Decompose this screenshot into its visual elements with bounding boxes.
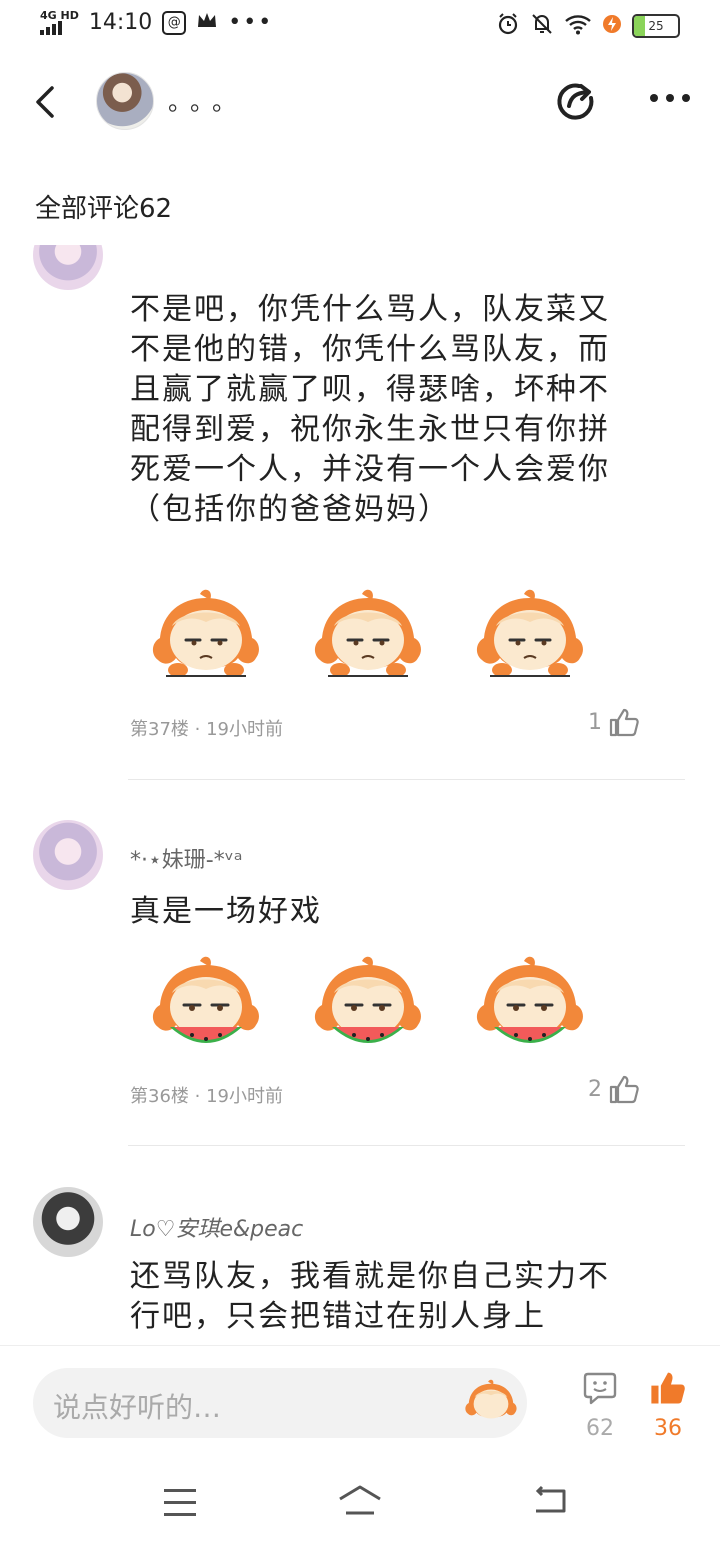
sticker-row	[148, 588, 588, 688]
app-notification-icon: @	[162, 10, 187, 35]
like-count: 1	[588, 709, 602, 735]
thumbs-up-icon	[609, 1075, 639, 1104]
emoji-button[interactable]	[463, 1378, 519, 1428]
sticker-watermelon[interactable]	[148, 955, 264, 1055]
more-icon	[650, 94, 658, 102]
comment-meta: 第36楼 · 19小时前	[130, 1086, 283, 1107]
comment-text: 还骂队友，我看就是你自己实力不行吧，只会把错过在别人身上	[130, 1259, 610, 1334]
battery-icon: 25	[632, 14, 680, 38]
commenter-name[interactable]: Lo♡安琪e&peac	[130, 1211, 303, 1243]
menu-icon	[164, 1489, 196, 1492]
post-like-count: 36	[654, 1416, 682, 1441]
comment-bubble-icon	[583, 1372, 617, 1405]
divider	[128, 779, 685, 780]
comment-input-placeholder: 说点好听的…	[53, 1391, 222, 1424]
back-button[interactable]	[30, 82, 60, 126]
author-name[interactable]: 。。。	[168, 82, 246, 117]
mute-icon	[530, 12, 554, 40]
return-icon	[535, 1485, 566, 1513]
comment-meta: 第37楼 · 19小时前	[130, 719, 283, 740]
post-like-button[interactable]: 36	[648, 1370, 688, 1441]
commenter-name[interactable]: *·⋆妹珊-*ᵛᵃ	[130, 842, 243, 874]
system-back-button[interactable]	[532, 1485, 568, 1519]
sticker-annoyed[interactable]	[148, 588, 264, 688]
comment-time: 19小时前	[206, 719, 283, 740]
floor-number: 第37楼	[130, 719, 189, 740]
comments-count-title: 全部评论62	[35, 194, 173, 224]
commenter-avatar[interactable]	[33, 820, 103, 890]
status-bar: 4G HD 14:10 @ ••• 25	[0, 0, 720, 56]
status-time: 14:10	[88, 10, 153, 35]
commenter-avatar[interactable]	[33, 1187, 103, 1257]
comment-input-bar: 说点好听的… 62 36	[0, 1345, 720, 1456]
comments-button[interactable]: 62	[580, 1370, 620, 1441]
commenter-avatar[interactable]	[33, 245, 103, 290]
chevron-left-icon	[36, 86, 54, 118]
share-icon	[557, 83, 594, 120]
alarm-icon	[496, 12, 520, 40]
divider	[128, 1145, 685, 1146]
recent-apps-button[interactable]	[164, 1489, 196, 1525]
floor-number: 第36楼	[130, 1086, 189, 1107]
comment-input[interactable]: 说点好听的…	[33, 1368, 527, 1438]
share-button[interactable]	[555, 80, 597, 126]
sticker-annoyed[interactable]	[472, 588, 588, 688]
system-nav-bar	[0, 1455, 720, 1544]
home-icon	[339, 1485, 381, 1515]
more-button[interactable]	[650, 94, 690, 102]
sticker-emoji-icon	[465, 1379, 517, 1419]
more-notifications-icon: •••	[228, 10, 274, 35]
sticker-watermelon[interactable]	[310, 955, 426, 1055]
post-header: 。。。	[0, 60, 720, 150]
author-avatar[interactable]	[96, 72, 154, 130]
sticker-watermelon[interactable]	[472, 955, 588, 1055]
thumbs-up-icon	[609, 708, 639, 737]
network-type: 4G HD	[40, 9, 79, 22]
like-button[interactable]: 2	[588, 1074, 640, 1104]
crown-icon	[196, 10, 218, 35]
comments-list[interactable]: 不是吧，你凭什么骂人，队友菜又不是他的错，你凭什么骂队友，而且赢了就赢了呗，得瑟…	[0, 245, 720, 1345]
charging-icon	[602, 14, 622, 38]
sticker-annoyed[interactable]	[310, 588, 426, 688]
signal-icon: 4G HD	[40, 10, 79, 35]
like-button[interactable]: 1	[588, 707, 640, 737]
battery-percent: 25	[648, 19, 664, 33]
comment-time: 19小时前	[206, 1086, 283, 1107]
comments-count: 62	[586, 1416, 614, 1441]
comment-text: 不是吧，你凭什么骂人，队友菜又不是他的错，你凭什么骂队友，而且赢了就赢了呗，得瑟…	[130, 292, 610, 527]
thumbs-up-filled-icon	[651, 1372, 685, 1404]
like-count: 2	[588, 1076, 602, 1102]
home-button[interactable]	[336, 1483, 384, 1521]
comment-text: 真是一场好戏	[130, 894, 322, 929]
wifi-icon	[564, 13, 592, 39]
sticker-row	[148, 955, 588, 1055]
